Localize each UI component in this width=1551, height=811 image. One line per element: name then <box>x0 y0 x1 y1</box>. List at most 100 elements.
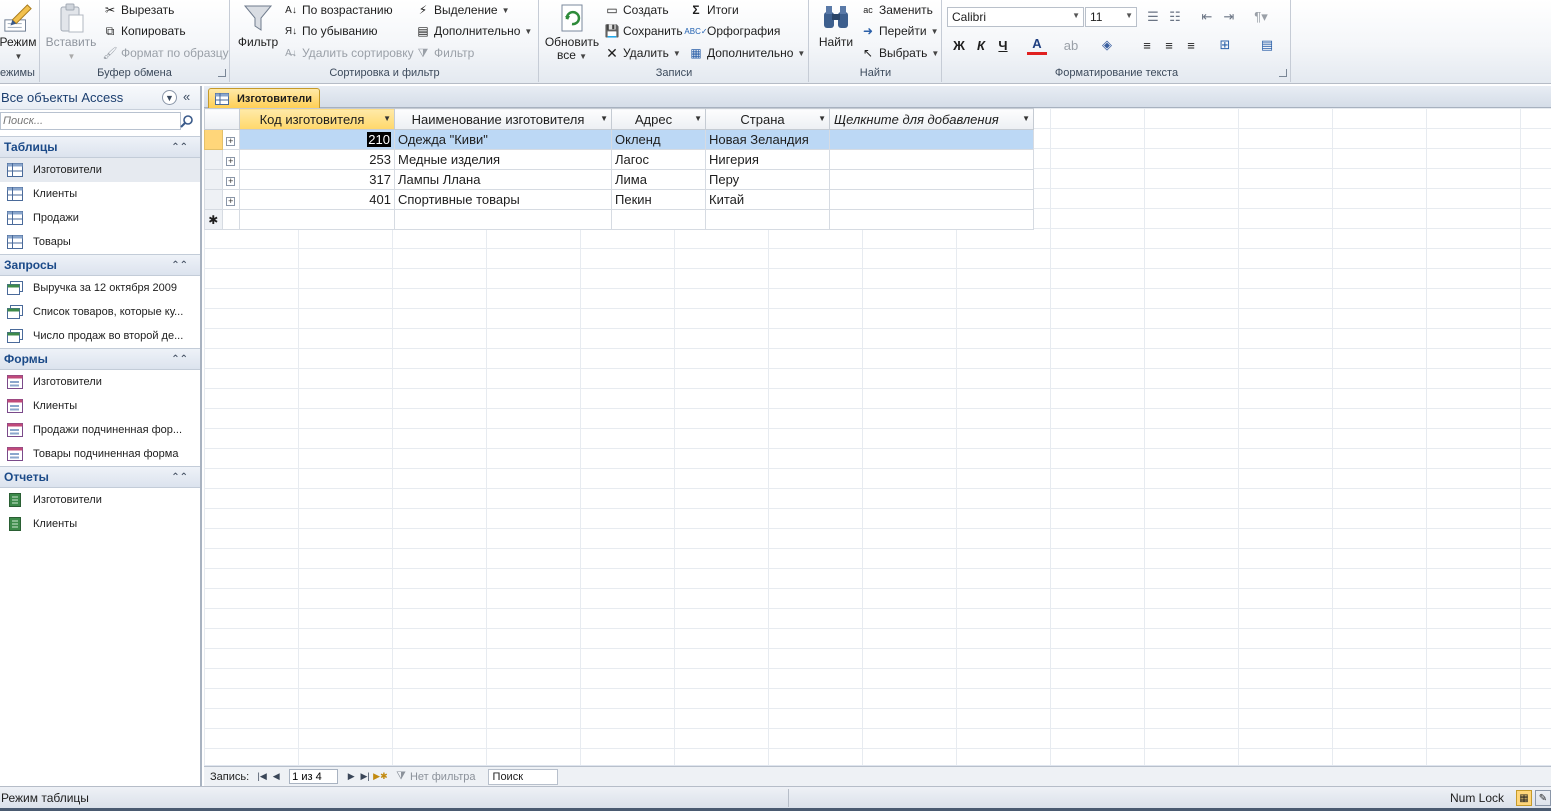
select-all-corner[interactable] <box>204 108 240 130</box>
totals-button[interactable]: Σ Итоги <box>688 0 738 20</box>
filter-indicator[interactable]: ⧩ Нет фильтра <box>396 770 475 783</box>
nav-item-tables[interactable]: Продажи <box>0 206 200 230</box>
new-record-row[interactable]: ✱ <box>204 209 1034 230</box>
cell-country[interactable]: Нигерия <box>705 149 830 170</box>
selection-button[interactable]: ⚡ Выделение ▼ <box>415 0 510 20</box>
chevron-down-icon[interactable]: ▼ <box>162 90 177 105</box>
find-button[interactable]: Найти <box>814 0 858 49</box>
record-selector[interactable] <box>204 189 223 210</box>
datasheet-view-icon[interactable]: ▦ <box>1516 790 1532 806</box>
nav-item-tables[interactable]: Товары <box>0 230 200 254</box>
previous-record-icon[interactable]: ◀ <box>270 771 282 782</box>
more-records-button[interactable]: ▦ Дополнительно ▼ <box>688 43 805 63</box>
nav-item-forms[interactable]: Товары подчиненная форма <box>0 442 200 466</box>
cell-add-new[interactable] <box>829 209 1034 230</box>
cell-name[interactable] <box>394 209 612 230</box>
column-header-add-new[interactable]: Щелкните для добавления ▼ <box>829 108 1034 130</box>
spelling-button[interactable]: ABC✓ Орфография <box>684 21 780 41</box>
nav-item-tables[interactable]: Клиенты <box>0 182 200 206</box>
nav-item-reports[interactable]: Изготовители <box>0 488 200 512</box>
new-record-button[interactable]: ▭ Создать <box>604 0 668 20</box>
table-row[interactable]: +210 Одежда "Киви" Окленд Новая Зеландия <box>204 129 1034 150</box>
chevron-down-icon[interactable]: ▼ <box>818 114 826 123</box>
bullets-button[interactable]: ☰ <box>1143 7 1163 27</box>
font-name-select[interactable]: Calibri ▼ <box>947 7 1084 27</box>
document-tab-manufacturers[interactable]: Изготовители <box>208 88 320 108</box>
numbering-button[interactable]: ☷ <box>1165 7 1185 27</box>
design-view-icon[interactable]: ✎ <box>1535 790 1551 806</box>
nav-item-queries[interactable]: Список товаров, которые ку... <box>0 300 200 324</box>
cell-country[interactable]: Перу <box>705 169 830 190</box>
fill-color-button[interactable]: ◈ <box>1097 35 1117 55</box>
save-record-button[interactable]: 💾 Сохранить <box>604 21 683 41</box>
filter-button[interactable]: Фильтр <box>235 0 281 49</box>
underline-button[interactable]: Ч <box>993 35 1013 55</box>
nav-item-reports[interactable]: Клиенты <box>0 512 200 536</box>
chevron-down-icon[interactable]: ▼ <box>600 114 608 123</box>
collapse-section-icon[interactable]: ⌃⌃ <box>171 142 188 153</box>
record-selector[interactable] <box>204 149 223 170</box>
italic-button[interactable]: К <box>971 35 991 55</box>
collapse-section-icon[interactable]: ⌃⌃ <box>171 354 188 365</box>
expand-subdatasheet[interactable]: + <box>221 169 240 190</box>
new-record-nav-icon[interactable]: ▶✱ <box>373 771 387 782</box>
column-header-name[interactable]: Наименование изготовителя ▼ <box>394 108 612 130</box>
remove-sort-button[interactable]: A̶↓ Удалить сортировку <box>283 43 414 63</box>
cell-address[interactable]: Пекин <box>611 189 706 210</box>
clipboard-launcher-icon[interactable] <box>218 69 226 77</box>
cell-country[interactable]: Китай <box>705 189 830 210</box>
nav-item-tables[interactable]: Изготовители <box>0 158 200 182</box>
align-center-button[interactable]: ≡ <box>1159 35 1179 55</box>
chevron-down-icon[interactable]: ▼ <box>383 114 391 123</box>
cell-add-new[interactable] <box>829 169 1034 190</box>
chevron-down-icon[interactable]: ▼ <box>694 114 702 123</box>
goto-button[interactable]: ➜ Перейти ▼ <box>860 21 939 41</box>
highlight-button[interactable]: ab <box>1061 35 1081 55</box>
sort-ascending-button[interactable]: A↓ По возрастанию <box>283 0 392 20</box>
cell-add-new[interactable] <box>829 129 1034 150</box>
cell-code[interactable]: 210 <box>239 129 395 150</box>
cell-address[interactable]: Лима <box>611 169 706 190</box>
nav-pane-header[interactable]: Все объекты Access ▼ « <box>0 86 200 110</box>
select-button[interactable]: ↖ Выбрать ▼ <box>860 43 939 63</box>
cell-name[interactable]: Одежда "Киви" <box>394 129 612 150</box>
cell-name[interactable]: Лампы Ллана <box>394 169 612 190</box>
bold-button[interactable]: Ж <box>949 35 969 55</box>
delete-record-button[interactable]: ✕ Удалить ▼ <box>604 43 681 63</box>
cell-code[interactable]: 401 <box>239 189 395 210</box>
copy-button[interactable]: ⧉ Копировать <box>102 21 186 41</box>
toggle-filter-button[interactable]: ⧩ Фильтр <box>415 43 475 63</box>
next-record-icon[interactable]: ▶ <box>345 771 357 782</box>
table-row[interactable]: +253 Медные изделия Лагос Нигерия <box>204 149 1034 170</box>
record-selector[interactable] <box>204 129 223 150</box>
cut-button[interactable]: ✂ Вырезать <box>102 0 174 20</box>
nav-item-queries[interactable]: Число продаж во второй де... <box>0 324 200 348</box>
increase-indent-button[interactable]: ⇥ <box>1219 7 1239 27</box>
nav-item-forms[interactable]: Изготовители <box>0 370 200 394</box>
sort-descending-button[interactable]: Я↓ По убыванию <box>283 21 378 41</box>
align-right-button[interactable]: ≡ <box>1181 35 1201 55</box>
collapse-pane-icon[interactable]: « <box>183 89 190 104</box>
replace-button[interactable]: ac Заменить <box>860 0 933 20</box>
cell-code[interactable]: 317 <box>239 169 395 190</box>
cell-address[interactable]: Лагос <box>611 149 706 170</box>
expand-subdatasheet[interactable]: + <box>221 129 240 150</box>
nav-section-forms[interactable]: Формы ⌃⌃ <box>0 348 200 370</box>
nav-item-forms[interactable]: Продажи подчиненная фор... <box>0 418 200 442</box>
font-size-select[interactable]: 11 ▼ <box>1085 7 1137 27</box>
cell-address[interactable] <box>611 209 706 230</box>
cell-code[interactable] <box>239 209 395 230</box>
format-painter-button[interactable]: 🖌 Формат по образцу <box>102 43 228 63</box>
column-header-country[interactable]: Страна ▼ <box>705 108 830 130</box>
table-row[interactable]: +317 Лампы Ллана Лима Перу <box>204 169 1034 190</box>
record-selector[interactable] <box>204 169 223 190</box>
nav-item-queries[interactable]: Выручка за 12 октября 2009 <box>0 276 200 300</box>
nav-section-tables[interactable]: Таблицы ⌃⌃ <box>0 136 200 158</box>
expand-subdatasheet[interactable]: + <box>221 149 240 170</box>
text-formatting-launcher-icon[interactable] <box>1279 69 1287 77</box>
cell-code[interactable]: 253 <box>239 149 395 170</box>
decrease-indent-button[interactable]: ⇤ <box>1197 7 1217 27</box>
advanced-filter-button[interactable]: ▤ Дополнительно ▼ <box>415 21 532 41</box>
paragraph-direction-button[interactable]: ¶▾ <box>1251 7 1271 27</box>
refresh-all-button[interactable]: Обновить все ▼ <box>542 0 602 63</box>
